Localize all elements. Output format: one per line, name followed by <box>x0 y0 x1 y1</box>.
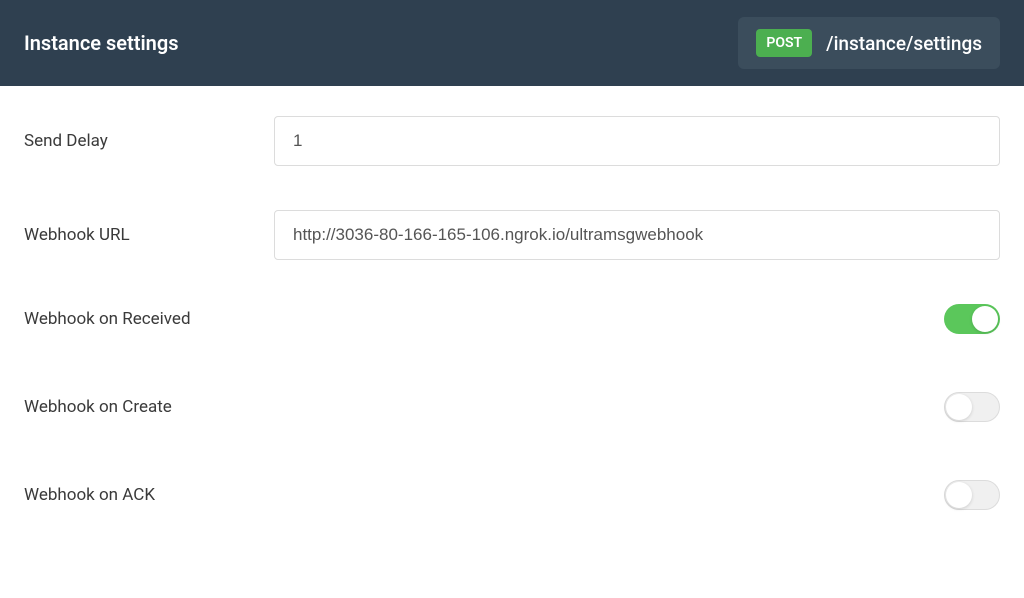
endpoint-box: POST /instance/settings <box>738 17 1000 69</box>
webhook-received-toggle[interactable] <box>944 304 1000 334</box>
webhook-url-input[interactable] <box>274 210 1000 260</box>
webhook-create-row: Webhook on Create <box>24 392 1000 422</box>
toggle-knob <box>946 482 972 508</box>
webhook-ack-row: Webhook on ACK <box>24 480 1000 510</box>
webhook-ack-label: Webhook on ACK <box>24 485 274 505</box>
webhook-url-row: Webhook URL <box>24 210 1000 260</box>
endpoint-path: /instance/settings <box>826 32 982 55</box>
http-method-badge: POST <box>756 29 812 57</box>
page-title: Instance settings <box>24 31 179 55</box>
send-delay-label: Send Delay <box>24 131 274 151</box>
toggle-knob <box>972 306 998 332</box>
webhook-url-label: Webhook URL <box>24 225 274 245</box>
webhook-received-label: Webhook on Received <box>24 309 274 329</box>
send-delay-row: Send Delay <box>24 116 1000 166</box>
webhook-create-toggle[interactable] <box>944 392 1000 422</box>
webhook-create-label: Webhook on Create <box>24 397 274 417</box>
webhook-ack-toggle[interactable] <box>944 480 1000 510</box>
send-delay-input[interactable] <box>274 116 1000 166</box>
settings-form: Send Delay Webhook URL Webhook on Receiv… <box>0 86 1024 598</box>
toggle-knob <box>946 394 972 420</box>
page-header: Instance settings POST /instance/setting… <box>0 0 1024 86</box>
webhook-received-row: Webhook on Received <box>24 304 1000 334</box>
